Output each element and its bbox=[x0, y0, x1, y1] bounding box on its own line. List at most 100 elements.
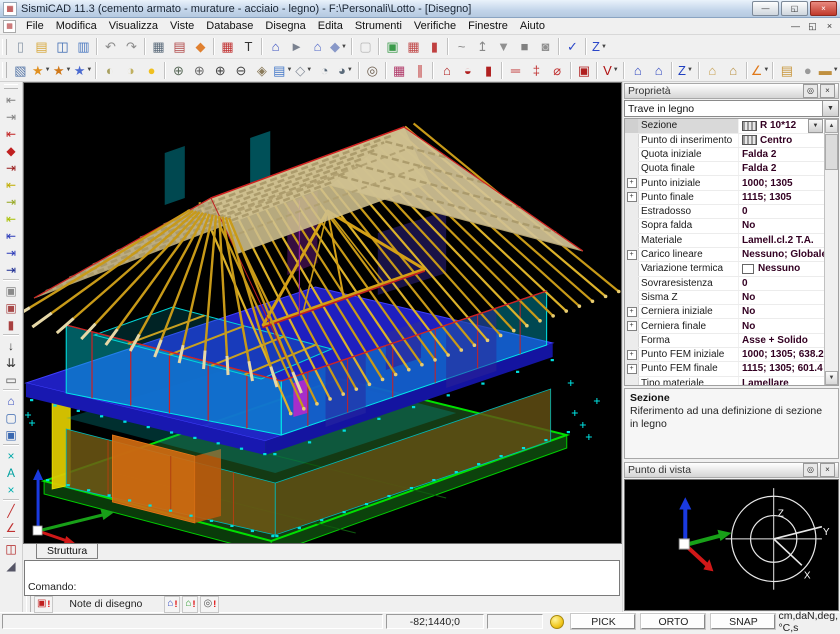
close-icon[interactable]: × bbox=[820, 463, 835, 477]
foundation-beam-button[interactable]: ▬▼ bbox=[818, 60, 839, 80]
property-value[interactable]: 1115; 1305 bbox=[739, 191, 824, 204]
piers-button[interactable]: ∥ bbox=[410, 60, 431, 80]
drawing-viewport[interactable] bbox=[23, 82, 622, 544]
frame-window-button[interactable]: ▦ bbox=[389, 60, 410, 80]
property-row-sezione[interactable]: SezioneR 10*12▼ bbox=[625, 119, 824, 133]
note-search-button[interactable]: ◎! bbox=[200, 596, 219, 613]
wall-panel-button[interactable]: ▣ bbox=[574, 60, 595, 80]
restraint-red-b-button[interactable]: ◆ bbox=[1, 142, 21, 159]
expand-icon[interactable]: + bbox=[625, 191, 639, 204]
property-row-variazione-termica[interactable]: Variazione termicaNessuno bbox=[625, 262, 824, 276]
dropdown-arrow-icon[interactable]: ▼ bbox=[286, 67, 292, 73]
mdi-close-button[interactable]: × bbox=[821, 20, 838, 33]
tab-struttura[interactable]: Struttura bbox=[36, 544, 98, 559]
column-view-button[interactable]: ▮ bbox=[424, 37, 445, 57]
lamp-icon[interactable] bbox=[550, 615, 564, 629]
menu-item-finestre[interactable]: Finestre bbox=[462, 19, 514, 33]
import-drawing-button[interactable]: ▥ bbox=[73, 37, 94, 57]
note-model-green-button[interactable]: ⌂! bbox=[182, 596, 198, 613]
model-add-button[interactable]: ⌂ bbox=[307, 37, 328, 57]
zoom-out-button[interactable]: ⊖ bbox=[231, 60, 252, 80]
expand-icon[interactable]: + bbox=[625, 176, 639, 189]
expand-icon[interactable]: + bbox=[625, 362, 639, 375]
property-row-carico-lineare[interactable]: +Carico lineareNessuno; Globale bbox=[625, 248, 824, 262]
open-button[interactable]: ▤ bbox=[31, 37, 52, 57]
property-row-sisma-z[interactable]: Sisma ZNo bbox=[625, 291, 824, 305]
house-small-button[interactable]: ⌂ bbox=[1, 392, 21, 409]
window-view-button[interactable]: ▢ bbox=[1, 409, 21, 426]
fem-z-button[interactable]: Z▼ bbox=[675, 60, 696, 80]
pan-button[interactable]: ◈ bbox=[251, 60, 272, 80]
light-1-button[interactable]: ◐ bbox=[99, 60, 120, 80]
property-value[interactable]: No bbox=[739, 219, 824, 232]
boulder-button[interactable]: ● bbox=[797, 60, 818, 80]
level-column-button[interactable]: ▮ bbox=[1, 316, 21, 333]
viewpoint-compass[interactable]: Z Y X bbox=[725, 488, 829, 590]
toolbar-grip[interactable] bbox=[4, 84, 18, 89]
light-2-button[interactable]: ◑ bbox=[120, 60, 141, 80]
restraint-yellow-button[interactable]: ⇤ bbox=[1, 176, 21, 193]
model-3d-button[interactable]: ⌂ bbox=[265, 37, 286, 57]
verify-button[interactable]: V▼ bbox=[600, 60, 621, 80]
save-button[interactable]: ◫ bbox=[52, 37, 73, 57]
dropdown-arrow-icon[interactable]: ▼ bbox=[613, 67, 619, 73]
property-row-quota-finale[interactable]: Quota finaleFalda 2 bbox=[625, 162, 824, 176]
mdi-minimize-button[interactable]: — bbox=[787, 20, 804, 33]
beam-steel-button[interactable]: ═ bbox=[505, 60, 526, 80]
filter-button[interactable]: ▼ bbox=[493, 37, 514, 57]
layers-button[interactable]: ▤▼ bbox=[272, 60, 293, 80]
link-entity-button[interactable]: ◆▼ bbox=[328, 37, 349, 57]
close-button[interactable]: × bbox=[810, 1, 837, 16]
note-warning-button[interactable]: ▣! bbox=[34, 596, 53, 613]
fem-node-2-button[interactable]: ⌂ bbox=[648, 60, 669, 80]
materials-button[interactable]: ◆ bbox=[190, 37, 211, 57]
line-red-button[interactable]: ╱ bbox=[1, 502, 21, 519]
dropdown-arrow-icon[interactable]: ▼ bbox=[833, 67, 839, 73]
scroll-thumb[interactable] bbox=[825, 134, 838, 170]
dropdown-arrow-icon[interactable]: ▼ bbox=[65, 67, 71, 73]
toggle-orto[interactable]: ORTO bbox=[641, 614, 705, 629]
property-row-punto-iniziale[interactable]: +Punto iniziale1000; 1305 bbox=[625, 176, 824, 190]
restraint-gray-b-button[interactable]: ⇥ bbox=[1, 108, 21, 125]
property-value[interactable]: Asse + Solido bbox=[739, 334, 824, 347]
iso-view-button[interactable]: ◇▼ bbox=[293, 60, 314, 80]
pick-pen-button[interactable]: ◢ bbox=[1, 557, 21, 574]
mdi-restore-button[interactable]: ◱ bbox=[804, 20, 821, 33]
line-type-button[interactable]: Z▼ bbox=[589, 37, 610, 57]
shade-view-button[interactable]: ▧ bbox=[10, 60, 31, 80]
erase-text-button[interactable]: A bbox=[1, 464, 21, 481]
toolbar-grip[interactable] bbox=[26, 596, 31, 612]
restore-button[interactable]: ◱ bbox=[781, 1, 808, 16]
command-input[interactable]: Comando: bbox=[24, 560, 620, 596]
restraint-blue-a-button[interactable]: ⇤ bbox=[1, 227, 21, 244]
vault-button[interactable]: ◒ bbox=[457, 60, 478, 80]
rotate-free-button[interactable]: ◕▼ bbox=[335, 60, 356, 80]
restraint-gray-a-button[interactable]: ⇤ bbox=[1, 91, 21, 108]
expand-icon[interactable]: + bbox=[625, 248, 639, 261]
menu-item-disegna[interactable]: Disegna bbox=[259, 19, 311, 33]
fit-curve-button[interactable]: ~ bbox=[451, 37, 472, 57]
region-outline-button[interactable]: ▭ bbox=[1, 371, 21, 388]
menu-item-strumenti[interactable]: Strumenti bbox=[349, 19, 408, 33]
property-row-punto-fem-finale[interactable]: +Punto FEM finale1115; 1305; 601.4 bbox=[625, 362, 824, 376]
menu-item-file[interactable]: File bbox=[20, 19, 50, 33]
dropdown-arrow-icon[interactable]: ▼ bbox=[687, 67, 693, 73]
chevron-down-icon[interactable]: ▼ bbox=[808, 119, 823, 132]
zoom-window-button[interactable]: ⊕ bbox=[168, 60, 189, 80]
expand-icon[interactable]: + bbox=[625, 305, 639, 318]
property-value[interactable]: Falda 2 bbox=[739, 162, 824, 175]
toolbar-grip[interactable] bbox=[2, 62, 7, 78]
undo-button[interactable]: ↶ bbox=[100, 37, 121, 57]
level-stack-2-button[interactable]: ▣ bbox=[1, 299, 21, 316]
text-style-button[interactable]: T bbox=[238, 37, 259, 57]
roof-wood-1-button[interactable]: ⌂ bbox=[702, 60, 723, 80]
menu-item-viste[interactable]: Viste bbox=[164, 19, 200, 33]
angle-measure-button[interactable]: ∠▼ bbox=[750, 60, 771, 80]
menu-item-database[interactable]: Database bbox=[200, 19, 259, 33]
drop-multi-button[interactable]: ⇊ bbox=[1, 354, 21, 371]
confirm-check-button[interactable]: ✓ bbox=[562, 37, 583, 57]
property-value[interactable]: 0 bbox=[739, 205, 824, 218]
property-value[interactable]: 1000; 1305 bbox=[739, 176, 824, 189]
restraint-red-c-button[interactable]: ⇥ bbox=[1, 159, 21, 176]
property-value[interactable]: 0 bbox=[739, 277, 824, 290]
